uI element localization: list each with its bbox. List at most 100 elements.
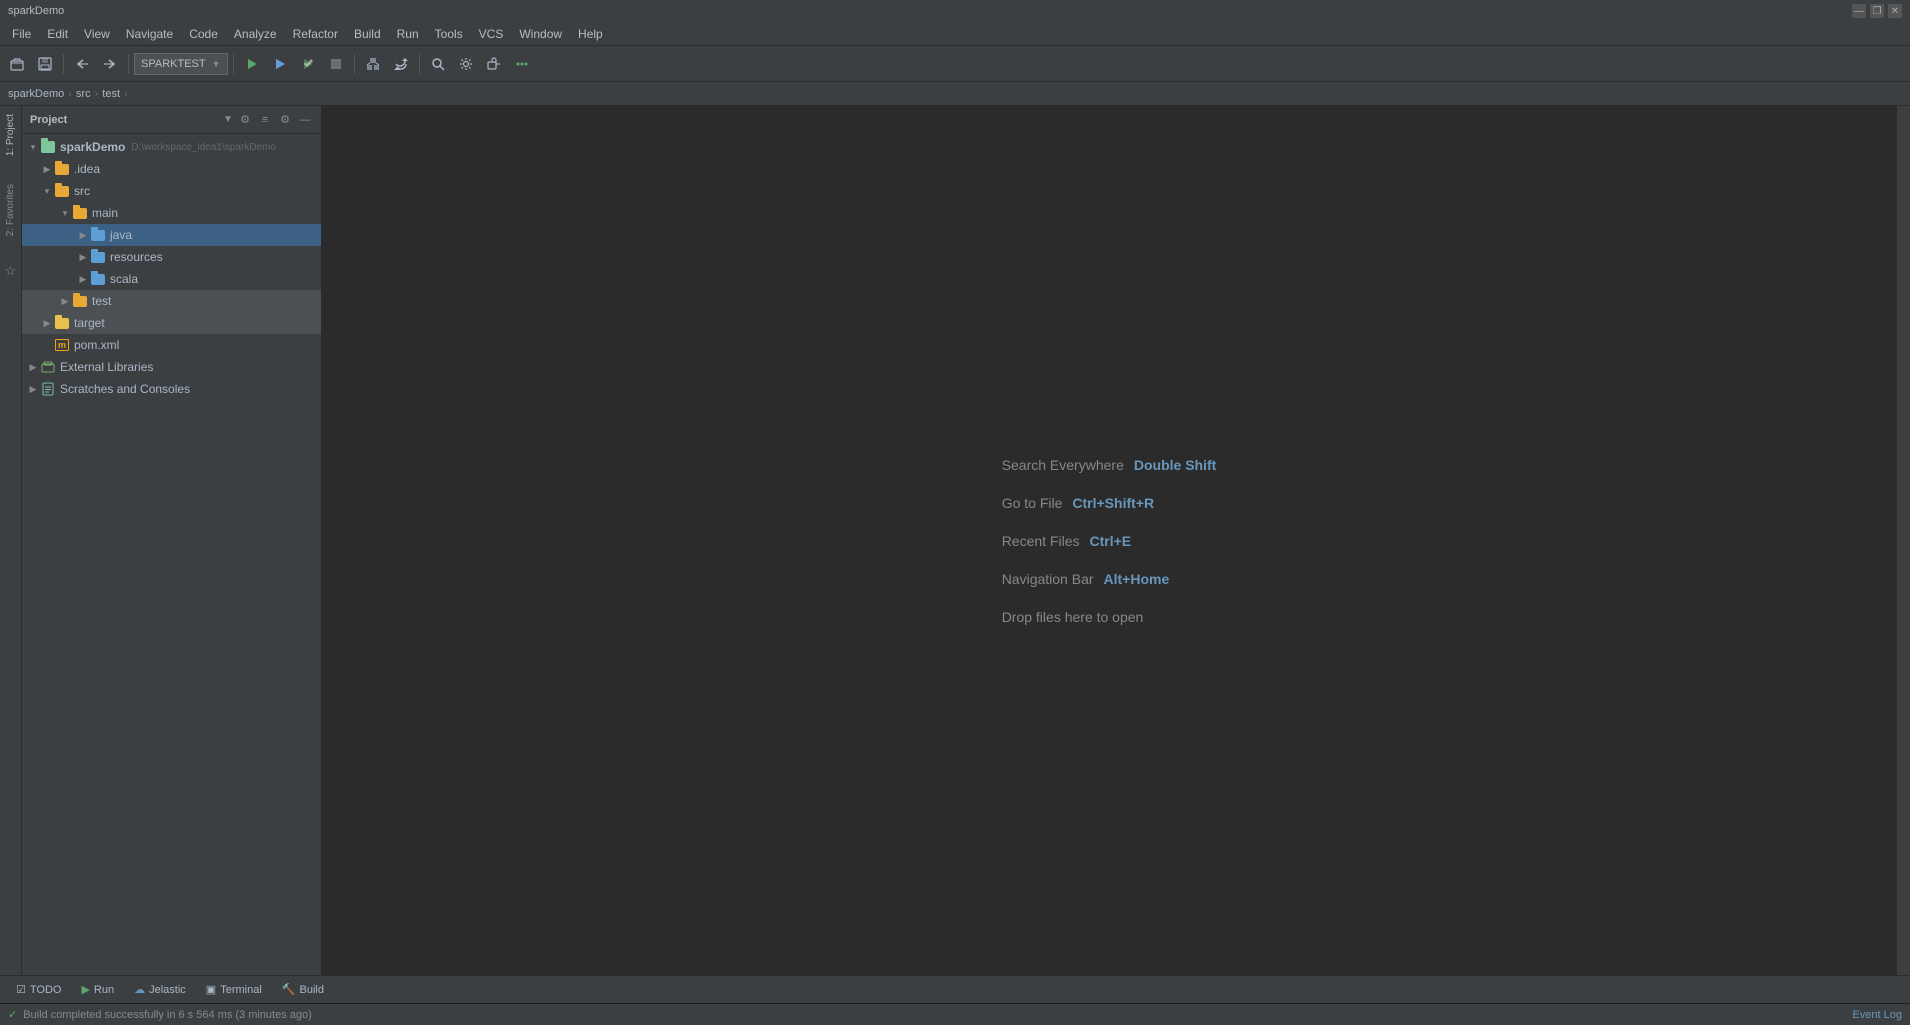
tree-item-pom[interactable]: m pom.xml <box>22 334 321 356</box>
menu-analyze[interactable]: Analyze <box>226 25 285 43</box>
menu-file[interactable]: File <box>4 25 39 43</box>
recent-files-shortcut[interactable]: Ctrl+E <box>1090 533 1132 549</box>
tree-item-java[interactable]: ▶ java <box>22 224 321 246</box>
breadcrumb-item-1[interactable]: src <box>76 88 91 100</box>
vertical-tab-favorites[interactable]: 2: Favorites <box>3 180 18 240</box>
jelastic-panel-button[interactable]: ☁ Jelastic <box>126 981 194 998</box>
resources-folder-icon <box>90 249 106 265</box>
menu-code[interactable]: Code <box>181 25 226 43</box>
settings-button[interactable] <box>453 51 479 77</box>
save-button[interactable] <box>32 51 58 77</box>
breadcrumb-item-2[interactable]: test <box>102 88 120 100</box>
editor-area: Search Everywhere Double Shift Go to Fil… <box>322 106 1896 975</box>
main-folder-icon <box>72 205 88 221</box>
goto-file-shortcut[interactable]: Ctrl+Shift+R <box>1072 495 1154 511</box>
menu-edit[interactable]: Edit <box>39 25 76 43</box>
menu-refactor[interactable]: Refactor <box>285 25 346 43</box>
navigation-bar-shortcut[interactable]: Alt+Home <box>1104 571 1170 587</box>
run-config-dropdown[interactable]: SPARKTEST ▼ <box>134 53 228 75</box>
menu-help[interactable]: Help <box>570 25 611 43</box>
forward-button[interactable] <box>97 51 123 77</box>
sidebar-title: Project <box>30 114 223 126</box>
breadcrumb-sep-2: › <box>95 88 99 100</box>
tree-item-main[interactable]: ▾ main <box>22 202 321 224</box>
toolbar-sep-1 <box>63 54 64 74</box>
tree-item-scratches[interactable]: ▶ Scratches and Consoles <box>22 378 321 400</box>
sidebar-collapse-icon[interactable]: — <box>297 112 313 128</box>
build-panel-button[interactable]: 🔨 Build <box>274 981 332 998</box>
tree-arrow-sparkdemo: ▾ <box>26 142 40 153</box>
menu-navigate[interactable]: Navigate <box>118 25 181 43</box>
search-button[interactable] <box>425 51 451 77</box>
back-button[interactable] <box>69 51 95 77</box>
pom-icon: m <box>54 337 70 353</box>
event-log-button[interactable]: Event Log <box>1852 1009 1902 1021</box>
drop-files-row: Drop files here to open <box>1002 609 1144 625</box>
build-button[interactable] <box>360 51 386 77</box>
toolbar-sep-3 <box>233 54 234 74</box>
run-with-coverage-button[interactable] <box>295 51 321 77</box>
tree-label-resources: resources <box>110 250 163 264</box>
app-title: sparkDemo <box>8 5 64 17</box>
menu-tools[interactable]: Tools <box>427 25 471 43</box>
tree-item-src[interactable]: ▾ src <box>22 180 321 202</box>
tree-arrow-test: ▶ <box>58 296 72 307</box>
menu-view[interactable]: View <box>76 25 118 43</box>
terminal-label: Terminal <box>220 984 262 996</box>
open-file-button[interactable] <box>4 51 30 77</box>
run-button[interactable] <box>239 51 265 77</box>
scala-folder-icon <box>90 271 106 287</box>
maximize-button[interactable]: ❐ <box>1870 4 1884 18</box>
sidebar-scroll-icon[interactable]: ≡ <box>257 112 273 128</box>
navigation-bar-row: Navigation Bar Alt+Home <box>1002 571 1170 587</box>
tree-arrow-idea: ▶ <box>40 164 54 175</box>
extlibs-icon <box>40 359 56 375</box>
left-panel-tabs: 1: Project 2: Favorites ☆ <box>0 106 22 975</box>
plugins-button[interactable] <box>481 51 507 77</box>
breadcrumb-bar: sparkDemo › src › test › <box>0 82 1910 106</box>
menu-window[interactable]: Window <box>511 25 570 43</box>
tree-arrow-resources: ▶ <box>76 252 90 263</box>
welcome-panel: Search Everywhere Double Shift Go to Fil… <box>1002 457 1217 625</box>
breadcrumb-item-0[interactable]: sparkDemo <box>8 88 64 100</box>
stop-button[interactable] <box>323 51 349 77</box>
sidebar-header: Project ▼ ⚙ ≡ ⚙ — <box>22 106 321 134</box>
more-button[interactable] <box>509 51 535 77</box>
tree-item-resources[interactable]: ▶ resources <box>22 246 321 268</box>
tree-label-test: test <box>92 294 111 308</box>
tree-item-idea[interactable]: ▶ .idea <box>22 158 321 180</box>
terminal-panel-button[interactable]: ▣ Terminal <box>198 981 270 998</box>
menu-run[interactable]: Run <box>389 25 427 43</box>
run-panel-button[interactable]: ▶ Run <box>73 981 122 998</box>
tree-item-target[interactable]: ▶ target <box>22 312 321 334</box>
tree-item-extlibs[interactable]: ▶ External Libraries <box>22 356 321 378</box>
todo-panel-button[interactable]: ☑ TODO <box>8 981 69 998</box>
project-sidebar: Project ▼ ⚙ ≡ ⚙ — ▾ sparkDemo D:\workspa… <box>22 106 322 975</box>
menu-build[interactable]: Build <box>346 25 389 43</box>
status-icon: ✓ <box>8 1008 17 1021</box>
search-everywhere-shortcut[interactable]: Double Shift <box>1134 457 1216 473</box>
sync-button[interactable] <box>388 51 414 77</box>
tree-label-java: java <box>110 228 132 242</box>
sidebar-header-icons: ⚙ ≡ ⚙ — <box>237 112 313 128</box>
sidebar-dropdown-arrow[interactable]: ▼ <box>223 114 233 125</box>
tree-label-main: main <box>92 206 118 220</box>
test-folder-icon <box>72 293 88 309</box>
tree-item-sparkdemo[interactable]: ▾ sparkDemo D:\workspace_idea1\sparkDemo <box>22 136 321 158</box>
menu-vcs[interactable]: VCS <box>471 25 512 43</box>
idea-folder-icon <box>54 161 70 177</box>
toolbar-sep-5 <box>419 54 420 74</box>
close-button[interactable]: ✕ <box>1888 4 1902 18</box>
goto-file-row: Go to File Ctrl+Shift+R <box>1002 495 1154 511</box>
sidebar-settings-icon[interactable]: ⚙ <box>237 112 253 128</box>
tree-item-scala[interactable]: ▶ scala <box>22 268 321 290</box>
title-bar: sparkDemo — ❐ ✕ <box>0 0 1910 22</box>
src-folder-icon <box>54 183 70 199</box>
debug-button[interactable] <box>267 51 293 77</box>
sidebar-options-icon[interactable]: ⚙ <box>277 112 293 128</box>
minimize-button[interactable]: — <box>1852 4 1866 18</box>
favorites-star[interactable]: ☆ <box>3 261 19 281</box>
vertical-tab-structure[interactable]: 1: Project <box>3 110 18 160</box>
tree-item-test[interactable]: ▶ test <box>22 290 321 312</box>
scratches-icon <box>40 381 56 397</box>
